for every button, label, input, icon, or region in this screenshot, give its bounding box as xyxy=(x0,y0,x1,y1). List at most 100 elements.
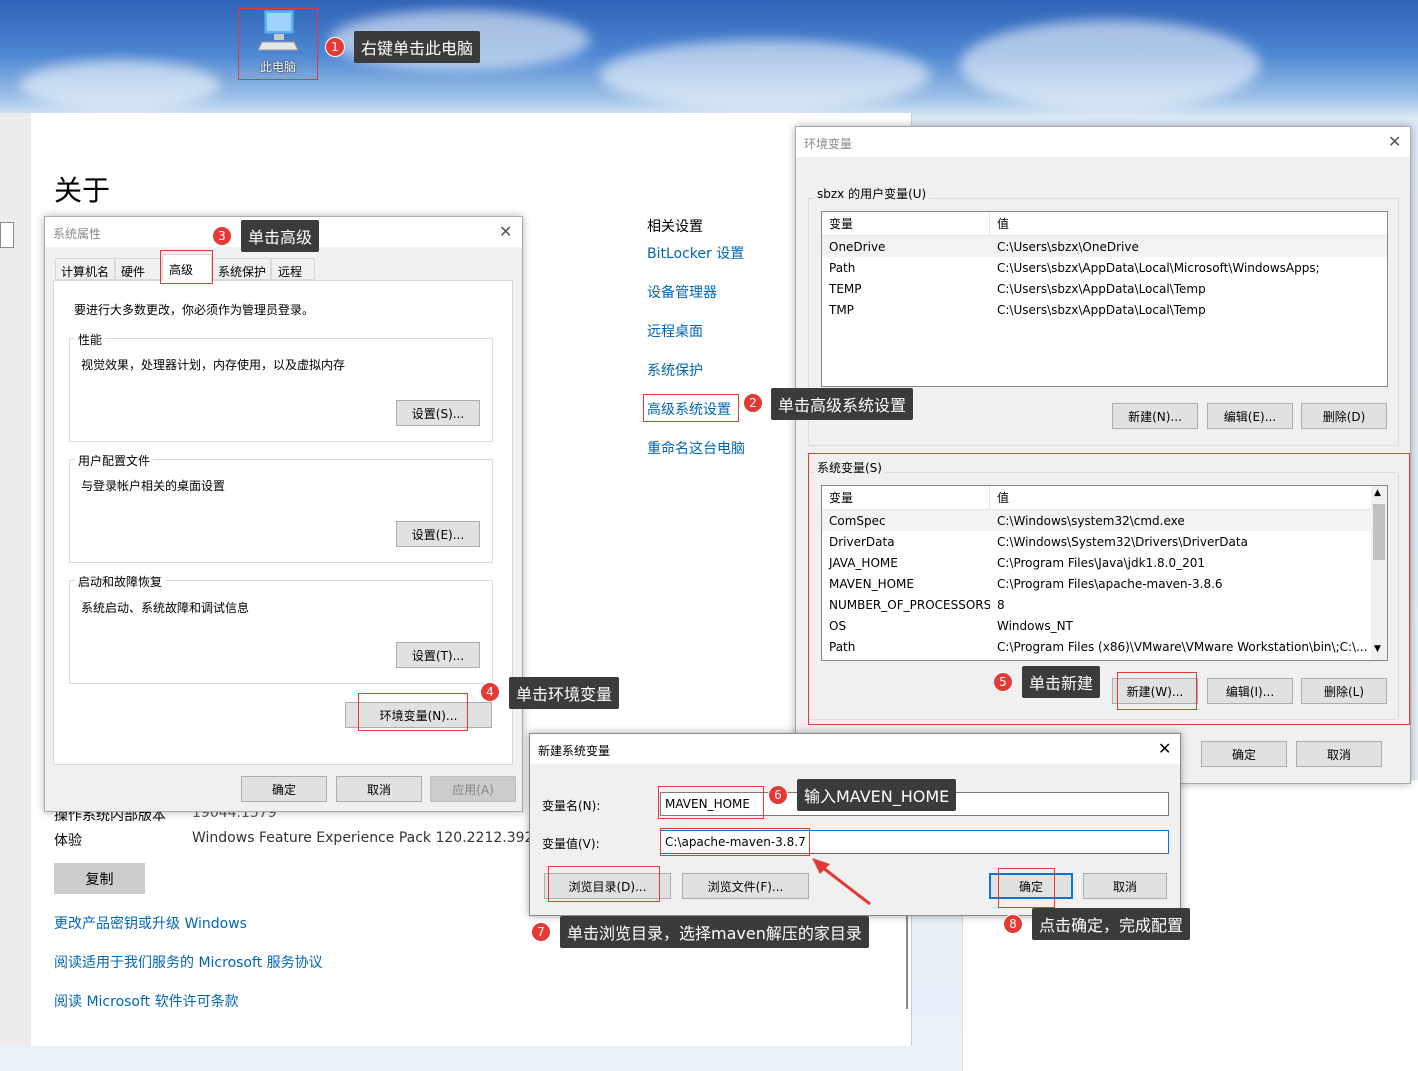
step-badge: 6 xyxy=(768,785,788,805)
var-value: C:\Users\sbzx\OneDrive xyxy=(997,239,1139,254)
link-license-terms[interactable]: 阅读 Microsoft 软件许可条款 xyxy=(54,991,239,1011)
list-item[interactable]: TEMP C:\Users\sbzx\AppData\Local\Temp xyxy=(822,278,1387,299)
step-badge: 4 xyxy=(480,682,500,702)
startup-group xyxy=(69,580,493,684)
chevron-down-icon[interactable]: ▼ xyxy=(1374,644,1381,654)
ok-button[interactable]: 确定 xyxy=(1201,741,1287,767)
var-name: JAVA_HOME xyxy=(829,555,898,570)
environment-variables-button[interactable]: 环境变量(N)... xyxy=(345,702,492,728)
link-device-manager[interactable]: 设备管理器 xyxy=(647,282,717,302)
dialog-titlebar xyxy=(796,127,1410,157)
ok-button[interactable]: 确定 xyxy=(989,873,1073,899)
var-value: C:\Users\sbzx\AppData\Local\Temp xyxy=(997,281,1206,296)
list-item[interactable]: Path C:\Users\sbzx\AppData\Local\Microsof… xyxy=(822,257,1387,278)
profile-settings-button[interactable]: 设置(E)... xyxy=(396,521,480,547)
link-advanced-system-settings[interactable]: 高级系统设置 xyxy=(647,399,731,419)
user-new-button[interactable]: 新建(N)... xyxy=(1112,403,1198,429)
step-badge: 7 xyxy=(531,922,551,942)
var-name: TMP xyxy=(829,302,854,317)
link-system-protection[interactable]: 系统保护 xyxy=(647,360,703,380)
profile-desc: 与登录帐户相关的桌面设置 xyxy=(81,479,226,493)
system-variables-label: 系统变量(S) xyxy=(814,459,885,476)
var-name: NUMBER_OF_PROCESSORS xyxy=(829,597,990,612)
list-item[interactable]: DriverData C:\Windows\System32\Drivers\Dr… xyxy=(822,531,1371,552)
cancel-button[interactable]: 取消 xyxy=(336,776,422,802)
dialog-title: 环境变量 xyxy=(804,137,853,151)
browse-directory-button[interactable]: 浏览目录(D)... xyxy=(544,873,671,899)
column-value[interactable]: 值 xyxy=(990,215,1387,232)
user-variables-list[interactable]: 变量值 OneDrive C:\Users\sbzx\OneDrive Path C… xyxy=(821,211,1388,387)
performance-desc: 视觉效果，处理器计划，内存使用，以及虚拟内存 xyxy=(81,358,346,372)
tab-system-protection[interactable]: 系统保护 xyxy=(212,258,271,280)
tab-computer-name[interactable]: 计算机名 xyxy=(55,258,115,280)
dialog-title: 新建系统变量 xyxy=(538,744,611,758)
profile-group xyxy=(69,459,493,563)
tab-hardware[interactable]: 硬件 xyxy=(115,258,162,280)
list-item[interactable]: NUMBER_OF_PROCESSORS 8 xyxy=(822,594,1371,615)
system-delete-button[interactable]: 删除(L) xyxy=(1301,678,1387,704)
link-change-product-key[interactable]: 更改产品密钥或升级 Windows xyxy=(54,913,247,933)
this-pc-label: 此电脑 xyxy=(259,60,296,74)
link-rename-pc[interactable]: 重命名这台电脑 xyxy=(647,438,745,458)
var-name: DriverData xyxy=(829,534,895,549)
step-badge: 3 xyxy=(212,226,232,246)
close-icon[interactable]: ✕ xyxy=(1388,132,1401,151)
cancel-button[interactable]: 取消 xyxy=(1296,741,1382,767)
var-name: MAVEN_HOME xyxy=(829,576,914,591)
var-value: C:\Program Files\Java\jdk1.8.0_201 xyxy=(997,555,1206,570)
column-value[interactable]: 值 xyxy=(990,489,1387,506)
user-delete-button[interactable]: 删除(D) xyxy=(1301,403,1387,429)
list-item[interactable]: OS Windows_NT xyxy=(822,615,1371,636)
link-bitlocker[interactable]: BitLocker 设置 xyxy=(647,243,744,263)
variable-name-label: 变量名(N): xyxy=(542,799,601,813)
system-edit-button[interactable]: 编辑(I)... xyxy=(1207,678,1293,704)
step-tooltip: 右键单击此电脑 xyxy=(354,31,481,63)
list-item[interactable]: OneDrive C:\Users\sbzx\OneDrive xyxy=(822,236,1387,257)
vertical-scrollbar[interactable]: ▲ ▼ xyxy=(1371,486,1387,660)
list-item[interactable]: JAVA_HOME C:\Program Files\Java\jdk1.8.0_… xyxy=(822,552,1371,573)
ok-button[interactable]: 确定 xyxy=(241,776,327,802)
tab-advanced[interactable]: 高级 xyxy=(162,254,212,281)
variable-value-input[interactable]: C:\apache-maven-3.8.7 xyxy=(660,830,1169,854)
var-name: Path xyxy=(829,260,856,275)
chevron-up-icon[interactable]: ▲ xyxy=(1374,488,1381,498)
copy-button[interactable]: 复制 xyxy=(54,863,145,894)
close-icon[interactable]: ✕ xyxy=(1158,739,1171,758)
var-value: C:\Windows\system32\cmd.exe xyxy=(997,513,1185,528)
var-name: OS xyxy=(829,618,847,633)
list-item[interactable]: TMP C:\Users\sbzx\AppData\Local\Temp xyxy=(822,299,1387,320)
this-pc-desktop-icon[interactable]: 此电脑 xyxy=(240,8,316,78)
column-variable[interactable]: 变量 xyxy=(822,212,990,235)
column-variable[interactable]: 变量 xyxy=(822,486,990,509)
performance-group xyxy=(69,338,493,442)
user-edit-button[interactable]: 编辑(E)... xyxy=(1207,403,1293,429)
tab-remote[interactable]: 远程 xyxy=(271,258,315,280)
cloud xyxy=(20,60,220,110)
startup-settings-button[interactable]: 设置(T)... xyxy=(396,642,480,668)
cancel-button[interactable]: 取消 xyxy=(1083,873,1167,899)
var-name: OneDrive xyxy=(829,239,886,254)
performance-settings-button[interactable]: 设置(S)... xyxy=(396,400,480,426)
close-icon[interactable]: ✕ xyxy=(499,222,512,241)
scrollbar-thumb[interactable] xyxy=(1373,504,1385,560)
step-badge: 1 xyxy=(325,37,345,57)
browse-file-button[interactable]: 浏览文件(F)... xyxy=(682,873,809,899)
link-service-agreement[interactable]: 阅读适用于我们服务的 Microsoft 服务协议 xyxy=(54,952,323,972)
step-badge: 2 xyxy=(743,393,763,413)
var-name: TEMP xyxy=(829,281,862,296)
list-item[interactable]: Path C:\Program Files (x86)\VMware\VMware… xyxy=(822,636,1371,657)
var-value: C:\Users\sbzx\AppData\Local\Microsoft\Wi… xyxy=(997,260,1320,275)
list-item[interactable]: MAVEN_HOME C:\Program Files\apache-maven-… xyxy=(822,573,1371,594)
performance-label: 性能 xyxy=(75,331,106,348)
step-badge: 8 xyxy=(1003,914,1023,934)
apply-button[interactable]: 应用(A) xyxy=(430,776,516,802)
step-badge: 5 xyxy=(993,672,1013,692)
var-value: 8 xyxy=(997,597,1005,612)
startup-desc: 系统启动、系统故障和调试信息 xyxy=(81,601,250,615)
profile-label: 用户配置文件 xyxy=(75,452,154,469)
link-remote-desktop[interactable]: 远程桌面 xyxy=(647,321,703,341)
list-item[interactable]: ComSpec C:\Windows\system32\cmd.exe xyxy=(822,510,1371,531)
var-value: Windows_NT xyxy=(997,618,1073,633)
system-variables-list[interactable]: 变量值 ComSpec C:\Windows\system32\cmd.exe D… xyxy=(821,485,1388,661)
system-new-button[interactable]: 新建(W)... xyxy=(1112,678,1198,704)
